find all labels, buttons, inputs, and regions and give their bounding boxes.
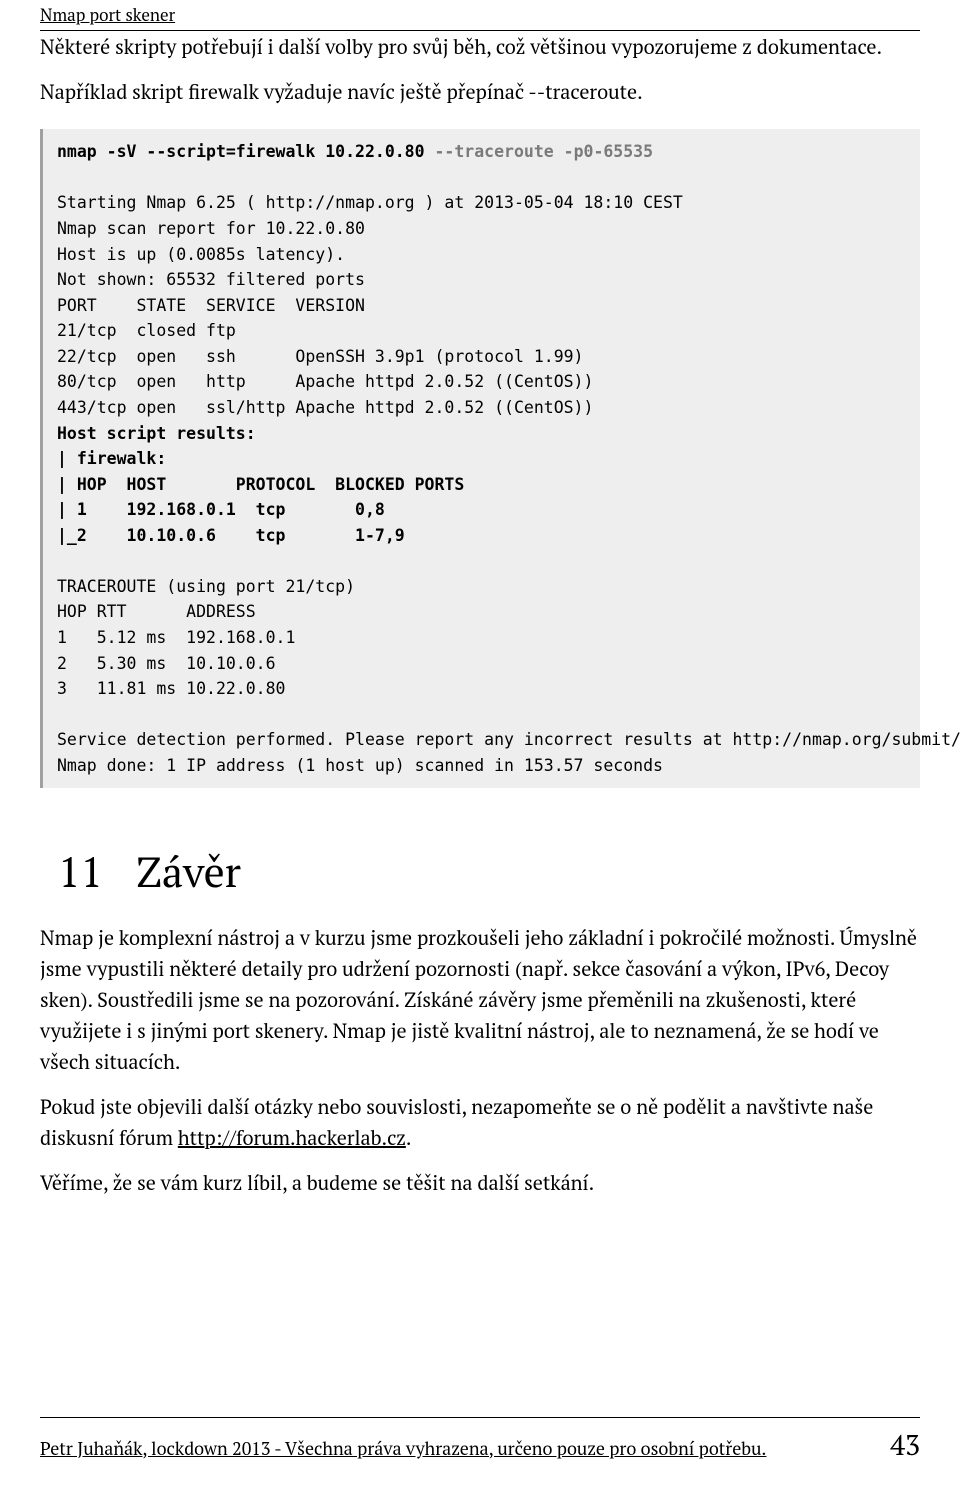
code-line: 80/tcp open http Apache httpd 2.0.52 ((C… — [57, 372, 593, 391]
code-line: HOP RTT ADDRESS — [57, 602, 256, 621]
conclusion-para-3: Věříme, že se vám kurz líbil, a budeme s… — [40, 1167, 920, 1198]
code-bold: | HOP HOST PROTOCOL BLOCKED PORTS — [57, 475, 464, 494]
para2-pre: Pokud jste objevili další otázky nebo so… — [40, 1093, 873, 1151]
footer-text: Petr Juhaňák, lockdown 2013 - Všechna pr… — [40, 1436, 766, 1464]
para2-post: . — [406, 1124, 412, 1151]
code-line: Nmap scan report for 10.22.0.80 — [57, 219, 365, 238]
page-footer: Petr Juhaňák, lockdown 2013 - Všechna pr… — [40, 1417, 920, 1467]
intro-line-1: Některé skripty potřebují i další volby … — [40, 31, 920, 62]
page-number: 43 — [890, 1424, 920, 1467]
chapter-number: 11 — [58, 840, 116, 905]
code-line: Not shown: 65532 filtered ports — [57, 270, 365, 289]
code-block: nmap -sV --script=firewalk 10.22.0.80 --… — [40, 129, 920, 788]
code-line: PORT STATE SERVICE VERSION — [57, 296, 365, 315]
code-bold: |_2 10.10.0.6 tcp 1-7,9 — [57, 526, 405, 545]
chapter-title: Závěr — [136, 844, 241, 900]
code-bold: | 1 192.168.0.1 tcp 0,8 — [57, 500, 385, 519]
code-line: 21/tcp closed ftp — [57, 321, 236, 340]
code-line: 2 5.30 ms 10.10.0.6 — [57, 654, 276, 673]
code-line: 443/tcp open ssl/http Apache httpd 2.0.5… — [57, 398, 593, 417]
running-header: Nmap port skener — [40, 0, 920, 31]
code-line: 1 5.12 ms 192.168.0.1 — [57, 628, 295, 647]
cmd-text: nmap -sV --script=firewalk 10.22.0.80 — [57, 142, 435, 161]
code-line: Host is up (0.0085s latency). — [57, 245, 345, 264]
conclusion-para-1: Nmap je komplexní nástroj a v kurzu jsme… — [40, 922, 920, 1077]
forum-link[interactable]: http://forum.hackerlab.cz — [178, 1124, 406, 1151]
code-line: Service detection performed. Please repo… — [57, 730, 960, 749]
code-line: TRACEROUTE (using port 21/tcp) — [57, 577, 355, 596]
code-bold: Host script results: — [57, 424, 256, 443]
chapter-heading: 11 Závěr — [40, 840, 920, 905]
conclusion-para-2: Pokud jste objevili další otázky nebo so… — [40, 1091, 920, 1153]
code-bold: | firewalk: — [57, 449, 166, 468]
code-line: 3 11.81 ms 10.22.0.80 — [57, 679, 285, 698]
code-line: Starting Nmap 6.25 ( http://nmap.org ) a… — [57, 193, 683, 212]
code-line: 22/tcp open ssh OpenSSH 3.9p1 (protocol … — [57, 347, 584, 366]
intro-line-2: Například skript firewalk vyžaduje navíc… — [40, 76, 920, 107]
code-line: Nmap done: 1 IP address (1 host up) scan… — [57, 756, 663, 775]
cmd-grey: --traceroute -p0-65535 — [435, 142, 654, 161]
document-page: Nmap port skener Některé skripty potřebu… — [0, 0, 960, 1497]
